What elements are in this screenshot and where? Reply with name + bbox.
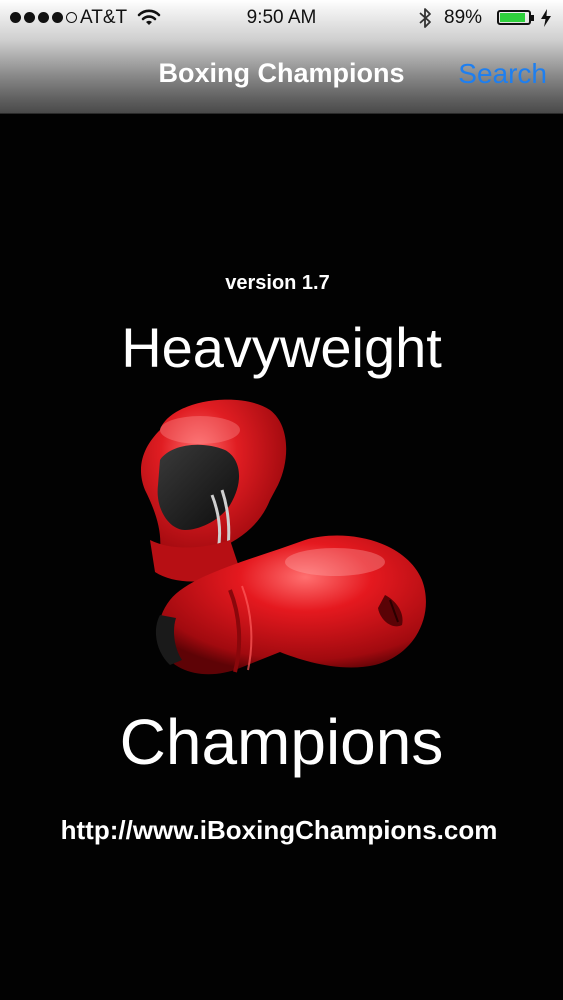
bluetooth-icon <box>418 6 432 36</box>
battery-icon <box>497 10 531 25</box>
app-screen: AT&T 9:50 AM 89% Boxing Champions Search… <box>0 0 563 1000</box>
battery-percent: 89% <box>444 7 483 28</box>
charging-bolt-icon <box>540 8 552 34</box>
search-button[interactable]: Search <box>458 58 547 90</box>
heading-heavyweight: Heavyweight <box>121 316 442 379</box>
top-bar: AT&T 9:50 AM 89% Boxing Champions Search <box>0 0 563 114</box>
version-label: version 1.7 <box>225 272 330 294</box>
battery-tip <box>531 15 534 21</box>
battery-level-fill <box>500 13 525 22</box>
status-bar: AT&T 9:50 AM 89% <box>0 0 563 36</box>
heading-champions: Champions <box>119 706 444 778</box>
website-link[interactable]: http://www.iBoxingChampions.com <box>0 815 558 846</box>
navigation-bar: Boxing Champions Search <box>0 44 563 104</box>
boxing-gloves-icon <box>130 390 440 700</box>
